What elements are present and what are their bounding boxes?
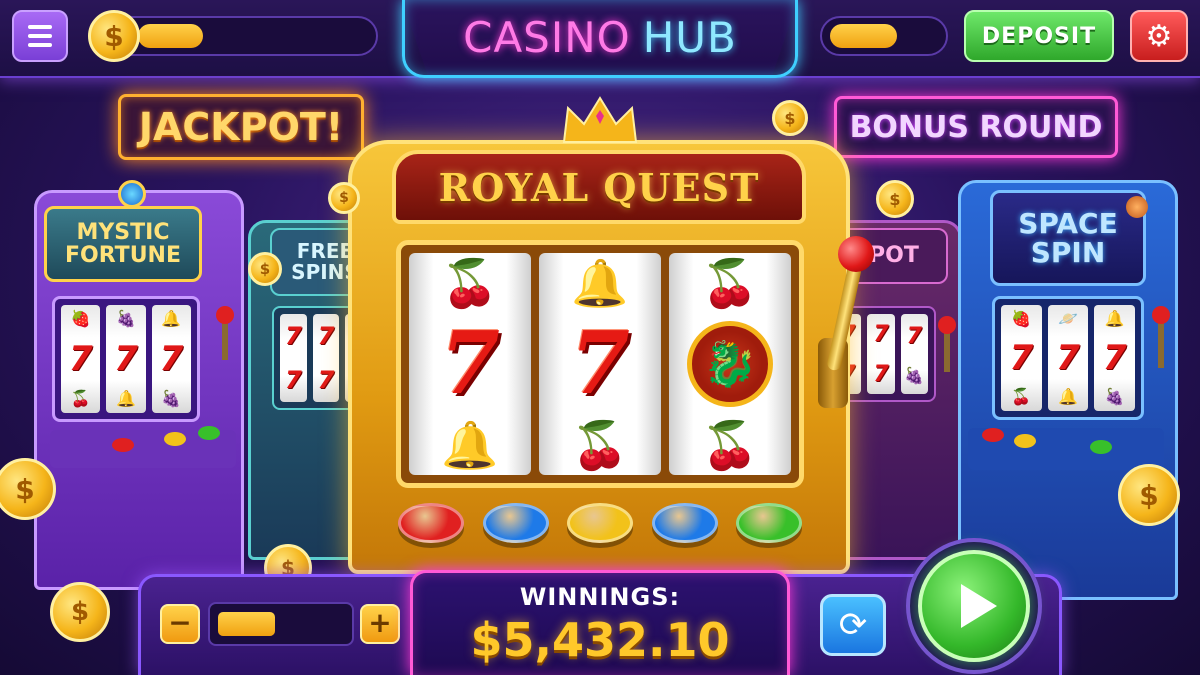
winnings-value: $5,432.10 (470, 613, 730, 667)
mystic-reels: 🍓 7 🍒 🍇 7 🔔 🔔 7 🍇 (52, 296, 200, 422)
coin-icon: $ (88, 10, 140, 62)
space-lever-knob[interactable] (1152, 306, 1170, 324)
space-lever[interactable] (1158, 318, 1164, 368)
reel-window: 🍒 7 🔔 🔔 7 🍒 🍒 🐉 🍒 (396, 240, 804, 488)
page-title: CASINO HUB (402, 0, 798, 78)
secondary-bar (820, 16, 948, 56)
cherry-icon: 🍒 (441, 256, 499, 311)
blue-bet-button-2[interactable] (651, 503, 718, 543)
bet-increase-button[interactable]: + (360, 604, 400, 644)
coin-icon: $ (1118, 464, 1180, 526)
space-spin-reels: 🍓 7 🍒 🪐 7 🔔 🔔 7 🍇 (992, 296, 1144, 420)
cherry-icon: 🍒 (571, 417, 629, 472)
dragon-icon: 🐉 (687, 320, 773, 407)
secondary-fill (830, 24, 897, 48)
mystic-red-button[interactable] (112, 438, 134, 452)
space-yellow-button[interactable] (1014, 434, 1036, 448)
red-bet-button[interactable] (398, 503, 464, 543)
balance-fill (138, 24, 203, 48)
winnings-label: WINNINGS: (519, 583, 681, 611)
settings-button[interactable]: ⚙ (1130, 10, 1188, 62)
menu-icon (28, 25, 52, 29)
color-button-row (390, 496, 810, 550)
bet-amount-bar (208, 602, 354, 646)
mystic-fortune-marquee: MYSTIC FORTUNE (44, 206, 202, 282)
reel-3: 🍒 🐉 🍒 (669, 253, 791, 475)
bell-icon: 🔔 (571, 256, 629, 311)
blue-bet-button[interactable] (482, 503, 549, 543)
bet-amount-fill (218, 612, 275, 636)
coin-icon: $ (328, 182, 360, 214)
planet-icon (1126, 196, 1148, 218)
bonus-round-sign: BONUS ROUND (834, 96, 1118, 158)
deposit-button[interactable]: DEPOSIT (964, 10, 1114, 62)
bet-decrease-button[interactable]: − (160, 604, 200, 644)
crown-icon (562, 96, 638, 143)
play-icon (961, 584, 997, 628)
bell-icon: 🔔 (441, 417, 499, 472)
main-lever-knob[interactable] (838, 236, 874, 272)
spin-button[interactable] (918, 550, 1030, 662)
coin-icon: $ (772, 100, 808, 136)
yellow-bet-button[interactable] (567, 503, 633, 543)
coin-icon: $ (248, 252, 282, 286)
machine-title: ROYAL QUEST (392, 150, 806, 224)
right-hidden-lever-knob[interactable] (938, 316, 956, 334)
balance-bar (108, 16, 378, 56)
gem-icon (118, 180, 146, 208)
jackpot-sign: JACKPOT! (118, 94, 364, 160)
space-red-button[interactable] (982, 428, 1004, 442)
title-hub: HUB (642, 13, 737, 62)
gear-icon: ⚙ (1145, 18, 1173, 54)
space-spin-marquee: SPACE SPIN (990, 190, 1146, 286)
coin-icon: $ (50, 582, 110, 642)
menu-button[interactable] (12, 10, 68, 62)
seven-symbol: 7 (440, 312, 500, 414)
title-casino: CASINO (463, 13, 631, 62)
seven-symbol: 7 (570, 312, 630, 414)
cherry-icon: 🍒 (701, 417, 759, 472)
winnings-display: WINNINGS: $5,432.10 (410, 570, 790, 675)
cherry-icon: 🍒 (701, 256, 759, 311)
reel-2: 🔔 7 🍒 (539, 253, 661, 475)
coin-icon: $ (876, 180, 914, 218)
reel-1: 🍒 7 🔔 (409, 253, 531, 475)
mystic-green-button[interactable] (198, 426, 220, 440)
green-bet-button[interactable] (736, 503, 802, 543)
refresh-icon: ⟳ (838, 605, 868, 645)
space-green-button[interactable] (1090, 440, 1112, 454)
mystic-yellow-button[interactable] (164, 432, 186, 446)
refresh-button[interactable]: ⟳ (820, 594, 886, 656)
mystic-lever-knob[interactable] (216, 306, 234, 324)
